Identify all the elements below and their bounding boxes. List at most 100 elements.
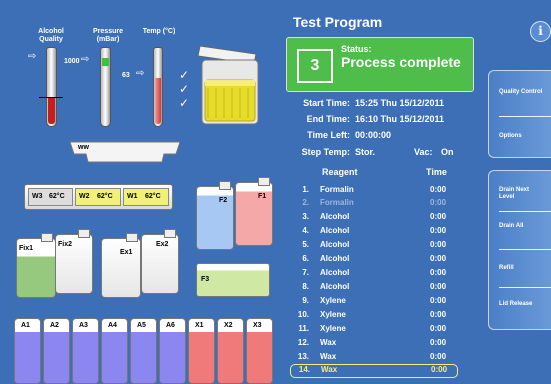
step-row[interactable]: 1. Formalin 0:00 <box>293 185 458 196</box>
step-time: 0:00 <box>431 365 448 374</box>
bottle-a4[interactable]: A4 <box>101 318 128 384</box>
step-number: 13. <box>297 352 309 361</box>
temperature-level-fill <box>155 78 161 124</box>
bottle-label: A4 <box>108 322 117 329</box>
alcohol-level-fill <box>48 98 55 124</box>
bottle-a5[interactable]: A5 <box>130 318 157 384</box>
check-icons: ✓ ✓ ✓ <box>179 68 190 110</box>
step-reagent: Wax <box>320 338 337 347</box>
step-row-selected[interactable]: 14. Wax 0:00 <box>290 364 458 378</box>
alcohol-quality-label: Alcohol Quality <box>38 28 64 43</box>
wax-bath[interactable]: ww <box>70 140 180 164</box>
step-number: 4. <box>302 226 309 235</box>
container-label: Fix1 <box>19 245 34 252</box>
bottle-label: A1 <box>21 322 30 329</box>
container-ex2[interactable]: Ex2 <box>141 229 179 294</box>
wax-slot-w1[interactable]: W1 62°C <box>123 188 169 206</box>
pressure-label: Pressure (mBar) <box>93 28 123 43</box>
bottle-x1[interactable]: X1 <box>188 318 215 384</box>
temperature-gauge <box>153 47 163 127</box>
retort-icon[interactable] <box>196 42 264 128</box>
pressure-value: 1000 <box>64 58 80 65</box>
step-reagent: Alcohol <box>320 212 350 221</box>
step-time: 0:00 <box>430 198 447 207</box>
drain-next-level-button[interactable]: Drain Next Level <box>499 187 545 201</box>
step-row[interactable]: 2. Formalin 0:00 <box>293 198 458 209</box>
step-reagent: Alcohol <box>320 240 350 249</box>
container-cap <box>258 177 270 186</box>
step-reagent: Xylene <box>320 310 346 319</box>
step-row[interactable]: 6. Alcohol 0:00 <box>293 254 458 265</box>
bottle-label: X3 <box>253 322 262 329</box>
step-time: 0:00 <box>430 212 447 221</box>
step-time: 0:00 <box>430 296 447 305</box>
step-number: 3 <box>297 49 333 83</box>
time-column-header: Time <box>426 167 447 177</box>
program-title: Test Program <box>293 14 383 30</box>
bottle-x3[interactable]: X3 <box>246 318 273 384</box>
step-number: 12. <box>297 338 309 347</box>
container-f3[interactable]: F3 <box>196 263 270 297</box>
step-row[interactable]: 9. Xylene 0:00 <box>293 296 458 307</box>
quality-control-button[interactable]: Quality Control <box>499 89 545 96</box>
container-cap <box>78 229 90 238</box>
bottle-x2[interactable]: X2 <box>217 318 244 384</box>
drain-all-button[interactable]: Drain All <box>499 223 545 230</box>
wax-slot-w3[interactable]: W3 62°C <box>28 188 73 206</box>
end-time-value: 16:10 Thu 15/12/2011 <box>355 114 445 124</box>
bottle-a6[interactable]: A6 <box>159 318 186 384</box>
step-row[interactable]: 5. Alcohol 0:00 <box>293 240 458 251</box>
step-time: 0:00 <box>430 310 447 319</box>
step-number: 1. <box>302 185 309 194</box>
step-temp-value: Stor. <box>355 147 376 157</box>
container-label: F3 <box>201 276 210 283</box>
step-time: 0:00 <box>430 226 447 235</box>
step-reagent: Alcohol <box>320 268 350 277</box>
step-row[interactable]: 3. Alcohol 0:00 <box>293 212 458 223</box>
step-time: 0:00 <box>430 268 447 277</box>
sidebar-divider <box>499 249 551 250</box>
container-label: F1 <box>258 193 267 200</box>
container-fix1[interactable]: Fix1 <box>16 233 56 298</box>
lid-release-button[interactable]: Lid Release <box>499 301 545 308</box>
step-number: 5. <box>302 240 309 249</box>
wax-slot-temp: 62°C <box>49 193 65 200</box>
step-row[interactable]: 4. Alcohol 0:00 <box>293 226 458 237</box>
container-f1[interactable]: F1 <box>235 177 273 246</box>
step-row[interactable]: 8. Alcohol 0:00 <box>293 282 458 293</box>
step-number: 11. <box>298 324 309 333</box>
wax-slot-w2[interactable]: W2 62°C <box>75 188 121 206</box>
sidebar-group-top: Quality Control Options <box>488 70 551 158</box>
step-reagent: Alcohol <box>320 282 350 291</box>
bottle-a2[interactable]: A2 <box>43 318 70 384</box>
bottle-a1[interactable]: A1 <box>14 318 41 384</box>
step-number: 8. <box>302 282 309 291</box>
refill-button[interactable]: Refill <box>499 265 545 272</box>
step-row[interactable]: 12. Wax 0:00 <box>293 338 458 349</box>
container-cap <box>219 181 231 190</box>
start-time-value: 15:25 Thu 15/12/2011 <box>355 98 445 108</box>
step-row[interactable]: 13. Wax 0:00 <box>293 352 458 363</box>
container-f2[interactable]: F2 <box>196 181 234 250</box>
step-row[interactable]: 11. Xylene 0:00 <box>293 324 458 335</box>
step-row[interactable]: 10. Xylene 0:00 <box>293 310 458 321</box>
info-button[interactable]: i <box>530 21 551 42</box>
temp-value: 63 <box>122 72 130 79</box>
step-reagent: Alcohol <box>320 226 350 235</box>
wax-slot-name: W2 <box>79 193 90 200</box>
time-left-value: 00:00:00 <box>355 130 392 140</box>
bottle-label: A2 <box>50 322 59 329</box>
step-row[interactable]: 7. Alcohol 0:00 <box>293 268 458 279</box>
container-ex1[interactable]: Ex1 <box>101 233 141 298</box>
step-time: 0:00 <box>430 282 447 291</box>
options-button[interactable]: Options <box>499 133 545 140</box>
container-fix2[interactable]: Fix2 <box>55 229 93 294</box>
bottle-a3[interactable]: A3 <box>72 318 99 384</box>
wax-slot-name: W1 <box>127 193 138 200</box>
step-number: 2. <box>302 198 309 207</box>
arrow-right-icon: ⇨ <box>28 51 37 62</box>
step-time: 0:00 <box>430 254 447 263</box>
vac-value: On <box>441 147 454 157</box>
bottle-label: X1 <box>195 322 204 329</box>
step-reagent: Xylene <box>320 324 346 333</box>
